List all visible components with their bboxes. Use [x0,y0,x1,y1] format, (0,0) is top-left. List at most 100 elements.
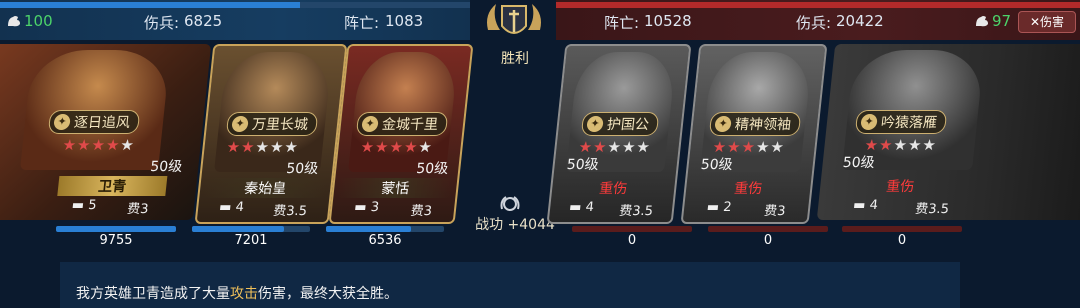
cost: 费3.5 [618,204,654,219]
tank-icon: ▬ [353,200,368,215]
skill-icon: ✦ [860,114,878,130]
seriously-wounded-status: 重伤 [733,181,764,197]
hero-stats: ▬ 5 费3 [55,198,165,217]
hero-level: 50级 [285,161,319,177]
skill-tag: ✦ 金城千里 [355,112,449,136]
hero-stats: ▬ 4 费3.5 [555,200,667,219]
merit-wreath-icon [498,195,522,213]
skill-icon: ✦ [586,116,604,132]
cost: 费3.5 [272,204,308,219]
tank-icon: ▬ [852,198,867,213]
enemy-killed: 10528 [644,12,692,30]
damage-button-label: 伤害 [1040,15,1065,29]
enemy-hero-card-2[interactable]: ✦ 精神领袖 ★★★★★ 50级 重伤 ▬ 2 费3 [680,44,828,224]
enemy-morale-bar [556,2,1080,8]
unit-count: 3 [369,200,380,215]
enemy-troops-3: 0 [897,233,907,248]
ally-troops-2: 7201 [234,233,268,248]
flex-arm-icon [974,13,990,27]
skill-name: 万里长城 [251,117,309,133]
cost: 费3 [409,204,433,219]
hero-level: 50级 [149,159,183,175]
skill-tag: ✦ 吟猿落雁 [854,110,948,134]
enemy-troop-bar-3 [842,226,962,232]
ally-troop-bar-2 [192,226,284,232]
ally-troops-1: 9755 [99,233,133,248]
enemy-morale: 97 [992,12,1012,30]
ally-killed-label: 阵亡: [344,14,380,32]
tank-icon: ▬ [568,200,583,215]
skill-name: 逐日追风 [73,115,131,131]
skill-tag: ✦ 护国公 [580,112,660,136]
tank-icon: ▬ [705,200,720,215]
skill-icon: ✦ [361,116,379,132]
unit-count: 4 [234,200,245,215]
ally-troop-bar-1 [56,226,176,232]
enemy-troop-bar-1 [572,226,692,232]
skill-name: 吟猿落雁 [880,115,938,131]
unit-count: 4 [584,200,595,215]
seriously-wounded-status: 重伤 [598,181,629,197]
hero-name: 卫青 [57,176,168,196]
unit-count: 4 [868,198,879,213]
skill-name: 金城千里 [381,117,439,133]
hero-level: 50级 [415,161,449,177]
enemy-killed-label: 阵亡: [604,14,640,32]
enemy-hero-card-3[interactable]: ✦ 吟猿落雁 ★★★★★ 50级 重伤 ▬ 4 费3.5 [816,44,1080,220]
star-rating: ★★★★★ [61,136,136,154]
hero-level: 50级 [841,155,876,171]
tank-icon: ▬ [218,200,233,215]
tank-icon: ▬ [70,198,85,213]
summary-highlight: 攻击 [230,286,258,302]
skill-tag: ✦ 逐日追风 [47,110,141,134]
star-rating: ★★★★★ [225,138,300,156]
skill-icon: ✦ [231,116,249,132]
ally-hero-card-2[interactable]: ✦ 万里长城 ★★★★★ 50级 秦始皇 ▬ 4 费3.5 [194,44,348,224]
enemy-troop-bar-2 [708,226,828,232]
skill-icon: ✦ [53,114,71,130]
enemy-hero-card-1[interactable]: ✦ 护国公 ★★★★★ 50级 重伤 ▬ 4 费3.5 [546,44,692,224]
skill-tag: ✦ 万里长城 [225,112,319,136]
battle-summary-text: 我方英雄卫青造成了大量攻击伤害，最终大获全胜。 [76,283,398,303]
hero-stats: ▬ 3 费3 [337,200,449,219]
hero-name: 蒙恬 [337,178,454,198]
cost: 费3 [763,204,787,219]
ally-wounded-label: 伤兵: [144,14,180,32]
skill-name: 精神领袖 [734,117,792,133]
battle-result: 胜利 [501,51,529,67]
hero-stats: ▬ 4 费3.5 [833,198,969,217]
ally-morale-bar [0,2,300,8]
victory-emblem-icon [478,0,550,48]
hero-stats: ▬ 4 费3.5 [203,200,323,219]
enemy-troops-2: 0 [763,233,773,248]
skill-tag: ✦ 精神领袖 [708,112,802,136]
hero-stats: ▬ 2 费3 [689,200,803,219]
flex-arm-icon [6,13,22,27]
skill-name: 护国公 [606,117,650,133]
hero-name: 秦始皇 [203,178,328,198]
ally-troop-bar-3 [326,226,411,232]
unit-count: 2 [722,200,733,215]
ally-hero-card-3[interactable]: ✦ 金城千里 ★★★★★ 50级 蒙恬 ▬ 3 费3 [328,44,474,224]
summary-suffix: 伤害，最终大获全胜。 [258,286,398,302]
skill-icon: ✦ [714,116,732,132]
hero-level: 50级 [699,157,734,173]
ally-morale-bar-track [300,2,470,8]
enemy-troops-1: 0 [627,233,637,248]
ally-morale: 100 [24,12,53,30]
ally-killed: 1083 [385,12,424,30]
damage-button[interactable]: ✕伤害 [1018,11,1076,33]
close-x-icon: ✕ [1029,15,1041,29]
enemy-wounded-label: 伤兵: [796,14,832,32]
summary-prefix: 我方英雄卫青造成了大量 [76,286,230,302]
unit-count: 5 [87,198,98,213]
cost: 费3.5 [914,202,950,217]
star-rating: ★★★★★ [359,138,434,156]
seriously-wounded-status: 重伤 [885,179,916,195]
ally-wounded: 6825 [184,12,223,30]
enemy-wounded: 20422 [836,12,884,30]
ally-troops-3: 6536 [368,233,402,248]
hero-level: 50级 [565,157,600,173]
cost: 费3 [126,202,150,217]
ally-hero-card-1[interactable]: ✦ 逐日追风 ★★★★★ 50级 卫青 ▬ 5 费3 [0,44,212,220]
